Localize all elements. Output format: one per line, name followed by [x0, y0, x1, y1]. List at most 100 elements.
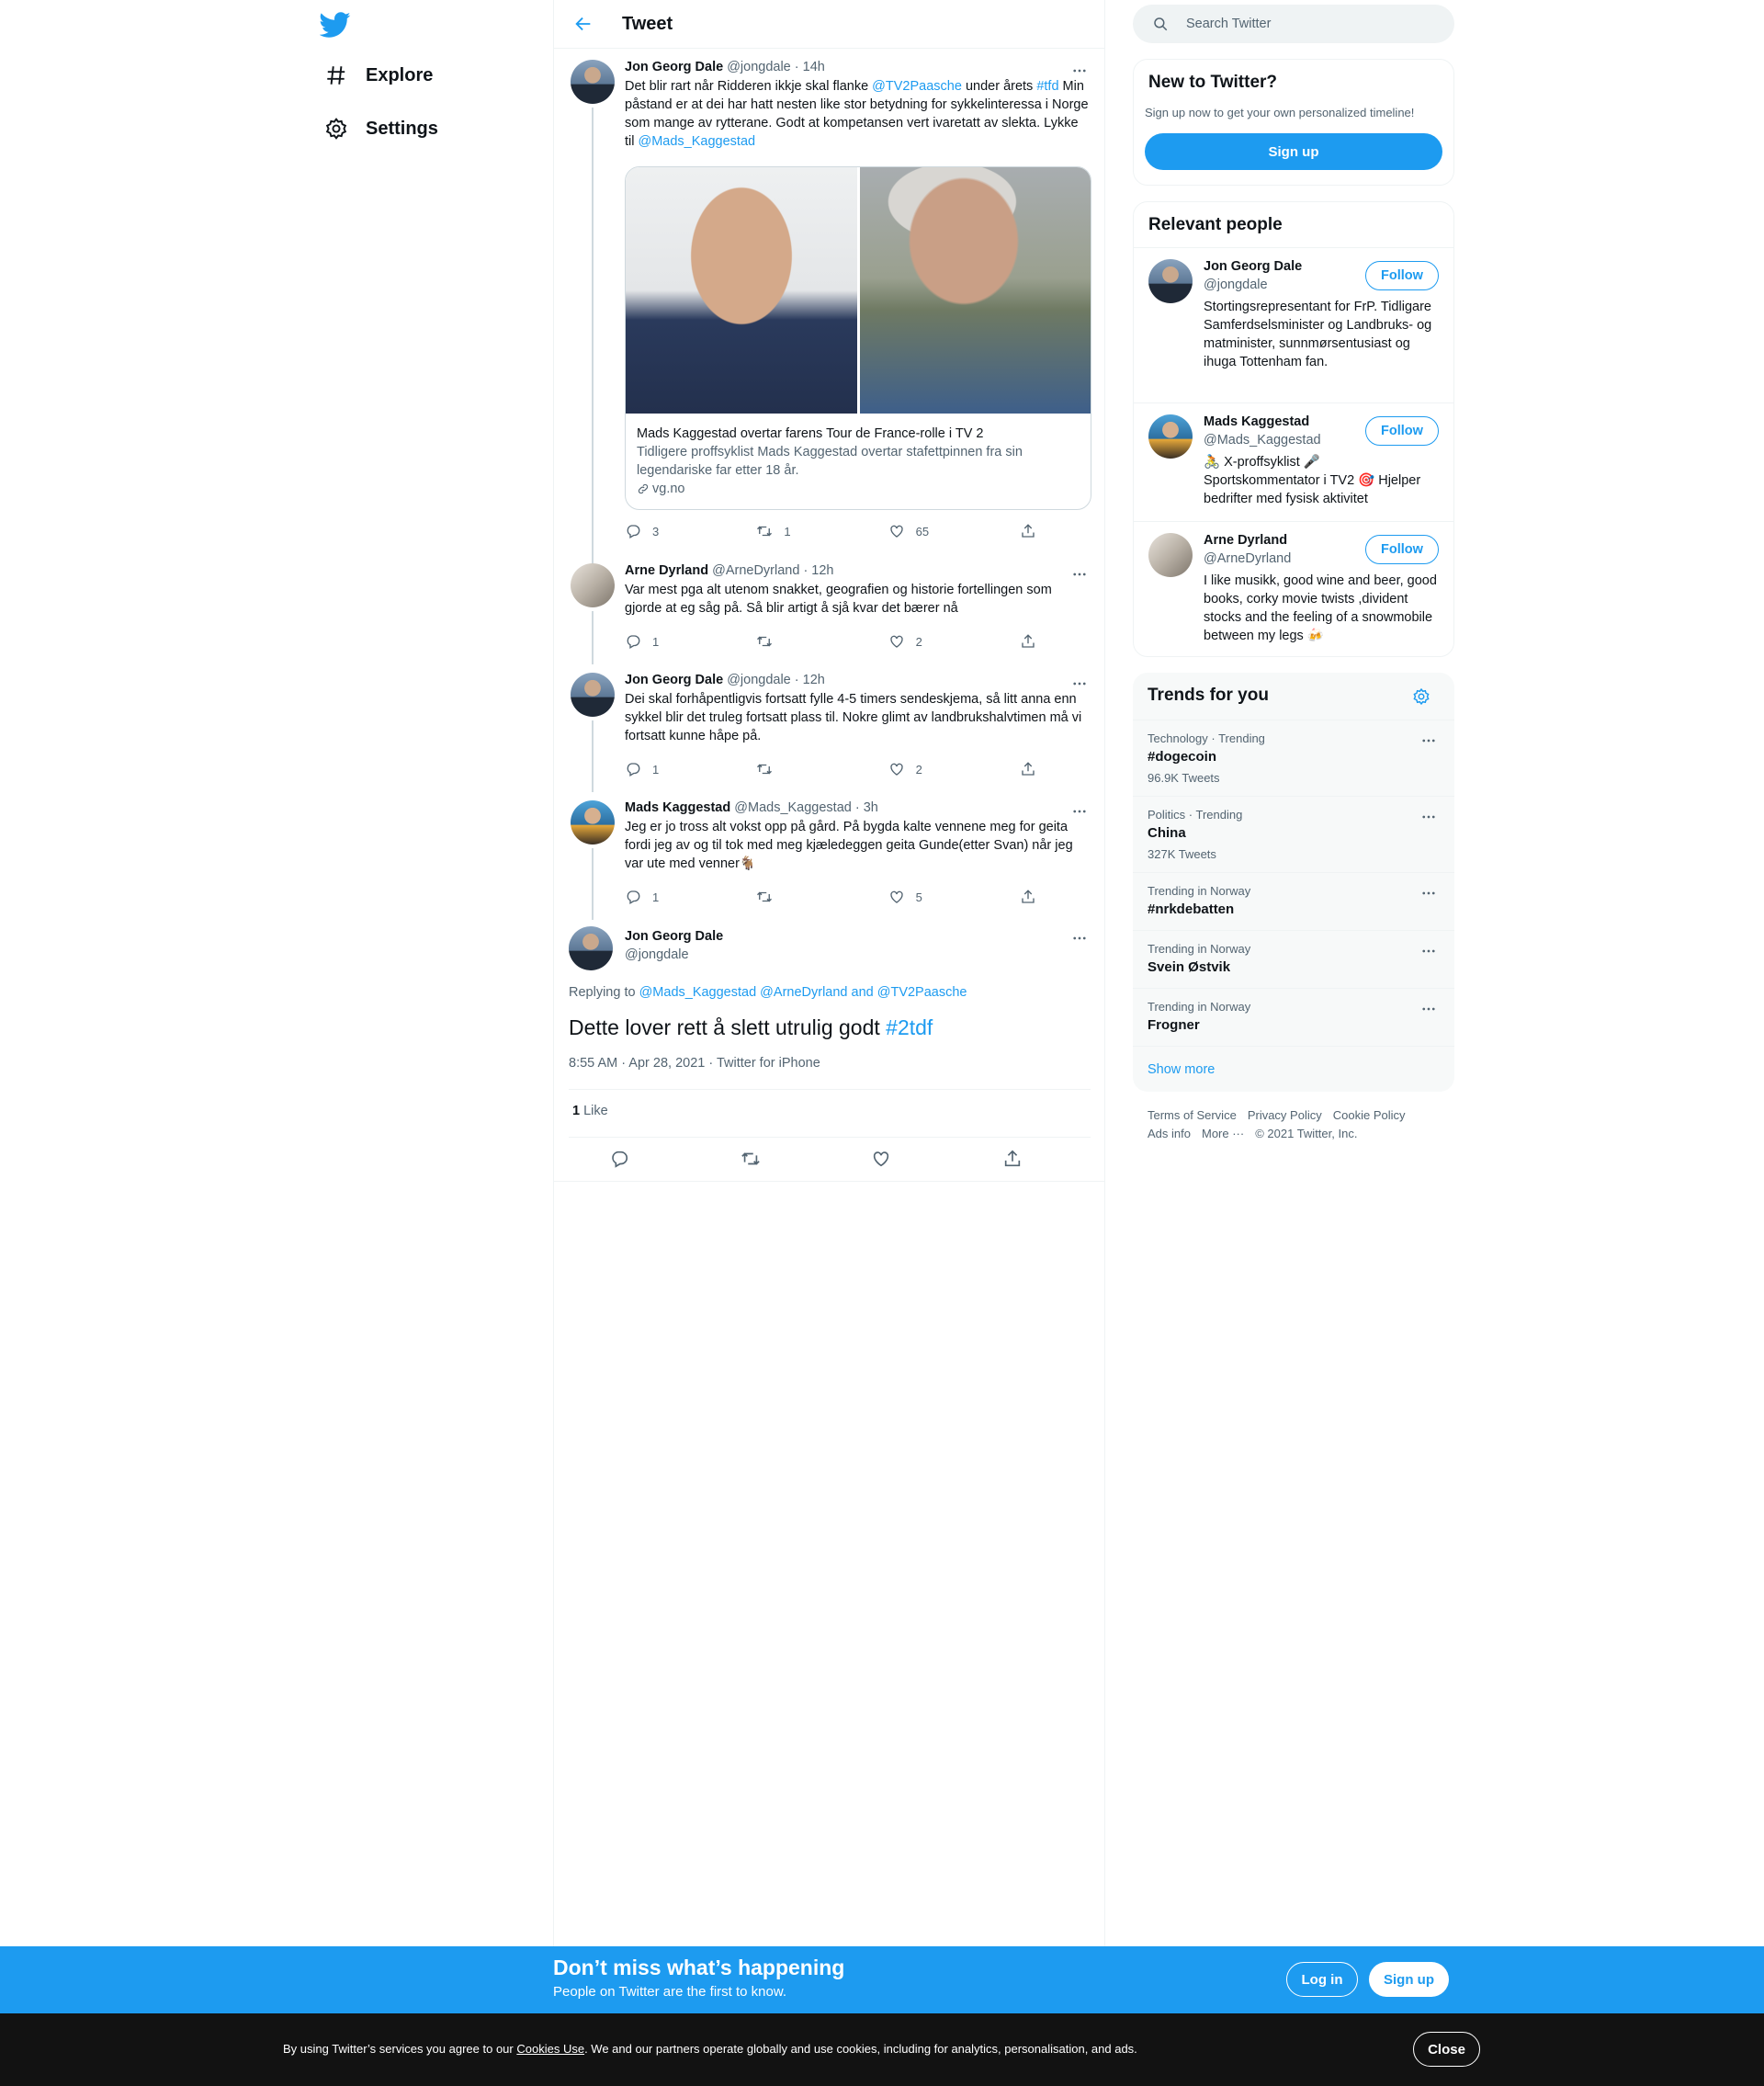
gear-icon — [323, 116, 349, 142]
replying-to-links[interactable]: @Mads_Kaggestad @ArneDyrland and @TV2Paa… — [639, 985, 967, 1000]
relevant-people-panel: Relevant people Jon Georg Dale @jongdale… — [1133, 201, 1454, 657]
trend-item[interactable]: Technology · Trending #dogecoin 96.9K Tw… — [1133, 720, 1454, 796]
person-card[interactable]: Arne Dyrland @ArneDyrland I like musikk,… — [1134, 521, 1453, 657]
panel-subtitle: Sign up now to get your own personalized… — [1145, 106, 1415, 119]
twitter-logo-icon[interactable] — [320, 9, 351, 40]
panel-title: New to Twitter? — [1148, 73, 1278, 92]
focused-text-body: Dette lover rett å slett utrulig godt — [569, 1015, 887, 1039]
more-link[interactable]: More ··· — [1202, 1127, 1244, 1140]
trend-context: Trending in Norway — [1148, 1000, 1251, 1014]
trend-context: Technology · Trending — [1148, 731, 1265, 745]
author-handle[interactable]: @jongdale — [625, 947, 689, 962]
replying-prefix: Replying to — [569, 985, 639, 1000]
signup-button[interactable]: Sign up — [1369, 1962, 1449, 1997]
trend-name: Svein Østvik — [1148, 959, 1231, 975]
search-icon — [1151, 15, 1170, 33]
nav-explore[interactable]: Explore — [323, 59, 433, 92]
follow-button[interactable]: Follow — [1365, 535, 1439, 564]
person-bio: I like musikk, good wine and beer, good … — [1204, 573, 1437, 643]
trend-name: China — [1148, 825, 1186, 841]
trend-item[interactable]: Politics · Trending China 327K Tweets — [1133, 796, 1454, 872]
banner-subtitle: People on Twitter are the first to know. — [553, 1984, 787, 2000]
signup-button[interactable]: Sign up — [1145, 133, 1442, 170]
trend-name: #dogecoin — [1148, 749, 1217, 765]
more-icon[interactable] — [1067, 929, 1092, 947]
close-button[interactable]: Close — [1413, 2032, 1480, 2067]
terms-link[interactable]: Terms of Service — [1148, 1108, 1237, 1122]
person-bio: Stortingsrepresentant for FrP. Tidligare… — [1204, 300, 1432, 369]
more-icon[interactable] — [1416, 942, 1442, 960]
follow-button[interactable]: Follow — [1365, 416, 1439, 446]
more-icon[interactable] — [1416, 731, 1442, 750]
trend-context: Trending in Norway — [1148, 884, 1251, 898]
copyright: © 2021 Twitter, Inc. — [1255, 1127, 1358, 1140]
avatar[interactable] — [1148, 414, 1193, 459]
nav-explore-label: Explore — [366, 64, 434, 85]
divider — [569, 1089, 1091, 1090]
cookie-text: By using Twitter’s services you agree to… — [283, 2042, 1137, 2056]
footer-links: Terms of Service Privacy Policy Cookie Pol… — [1148, 1106, 1451, 1143]
trend-count: 327K Tweets — [1148, 847, 1216, 861]
trend-item[interactable]: Trending in Norway Frogner — [1133, 988, 1454, 1046]
person-name[interactable]: Mads Kaggestad — [1204, 414, 1309, 429]
avatar[interactable] — [569, 926, 613, 970]
nav-settings[interactable]: Settings — [323, 112, 438, 145]
focused-actions — [609, 1149, 1023, 1169]
author-name[interactable]: Jon Georg Dale — [625, 929, 723, 944]
like-icon[interactable] — [871, 1149, 891, 1169]
avatar[interactable] — [1148, 533, 1193, 577]
ads-info-link[interactable]: Ads info — [1148, 1127, 1191, 1140]
search-input[interactable]: Search Twitter — [1186, 17, 1271, 31]
person-card[interactable]: Mads Kaggestad @Mads_Kaggestad 🚴 X-proff… — [1134, 402, 1453, 521]
panel-title: Trends for you — [1148, 686, 1269, 705]
cookie-text-after: . We and our partners operate globally a… — [584, 2042, 1137, 2056]
cookies-use-link[interactable]: Cookies Use — [516, 2042, 584, 2056]
trend-name: #nrkdebatten — [1148, 901, 1235, 917]
divider — [554, 1181, 1105, 1182]
more-icon[interactable] — [1416, 808, 1442, 826]
main-column: Tweet Jon Georg Dale @jongdale · 14h Det… — [553, 0, 1105, 1946]
nav-settings-label: Settings — [366, 118, 438, 139]
person-handle[interactable]: @jongdale — [1204, 278, 1268, 292]
reply-icon[interactable] — [609, 1149, 629, 1169]
follow-button[interactable]: Follow — [1365, 261, 1439, 290]
cookie-banner: By using Twitter’s services you agree to… — [0, 2013, 1764, 2086]
trend-name: Frogner — [1148, 1017, 1200, 1033]
trend-item[interactable]: Trending in Norway #nrkdebatten — [1133, 872, 1454, 930]
privacy-link[interactable]: Privacy Policy — [1248, 1108, 1322, 1122]
gear-icon[interactable] — [1410, 686, 1432, 708]
person-name[interactable]: Jon Georg Dale — [1204, 259, 1302, 274]
cookie-policy-link[interactable]: Cookie Policy — [1333, 1108, 1406, 1122]
more-icon[interactable] — [1416, 1000, 1442, 1018]
retweet-icon[interactable] — [741, 1149, 761, 1169]
person-handle[interactable]: @Mads_Kaggestad — [1204, 433, 1321, 448]
trend-item[interactable]: Trending in Norway Svein Østvik — [1133, 930, 1454, 988]
more-icon[interactable] — [1416, 884, 1442, 902]
person-bio: 🚴 X-proffsyklist 🎤 Sportskommentator i T… — [1204, 455, 1421, 506]
divider — [569, 1137, 1091, 1138]
new-to-twitter-panel: New to Twitter? Sign up now to get your … — [1133, 59, 1454, 186]
likes-summary[interactable]: 1 Like — [572, 1104, 608, 1118]
show-more-link[interactable]: Show more — [1148, 1062, 1215, 1077]
focused-tweet-text: Dette lover rett å slett utrulig godt #2… — [569, 1014, 933, 1041]
person-handle[interactable]: @ArneDyrland — [1204, 551, 1291, 566]
trend-context: Trending in Norway — [1148, 942, 1251, 956]
login-button[interactable]: Log in — [1286, 1962, 1358, 1997]
banner-title: Don’t miss what’s happening — [553, 1956, 845, 1979]
trend-context: Politics · Trending — [1148, 808, 1243, 822]
hashtag-link[interactable]: #2tdf — [886, 1015, 933, 1039]
show-more-row[interactable]: Show more — [1133, 1046, 1454, 1092]
focused-tweet: Jon Georg Dale @jongdale Replying to @Ma… — [554, 0, 1105, 1185]
search-bar[interactable]: Search Twitter — [1133, 5, 1454, 43]
share-icon[interactable] — [1002, 1149, 1023, 1169]
person-card[interactable]: Jon Georg Dale @jongdale Stortingsrepres… — [1134, 247, 1453, 402]
trends-panel: Trends for you Technology · Trending #do… — [1133, 673, 1454, 1092]
person-name[interactable]: Arne Dyrland — [1204, 533, 1287, 548]
replying-to: Replying to @Mads_Kaggestad @ArneDyrland… — [569, 985, 967, 1000]
hashtag-icon — [323, 62, 349, 88]
signup-banner: Don’t miss what’s happening People on Tw… — [0, 1946, 1764, 2013]
likes-label: Like — [580, 1104, 608, 1118]
avatar[interactable] — [1148, 259, 1193, 303]
tweet-timestamp[interactable]: 8:55 AM · Apr 28, 2021 · Twitter for iPh… — [569, 1056, 820, 1071]
panel-title: Relevant people — [1148, 215, 1283, 234]
